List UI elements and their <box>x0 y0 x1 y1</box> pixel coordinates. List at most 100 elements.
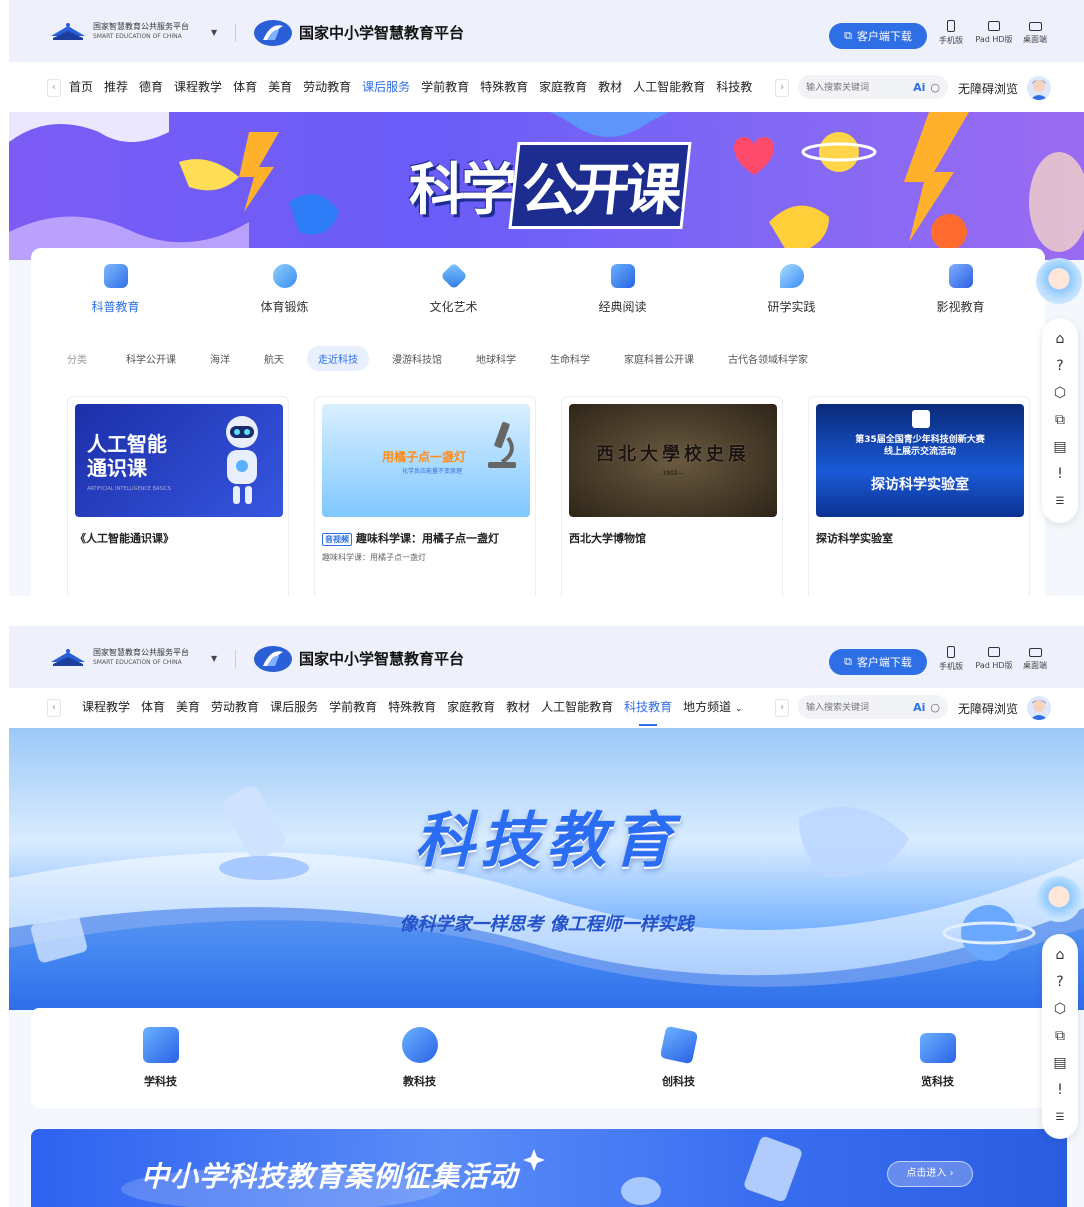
nav-item-tech[interactable]: 科技教 <box>716 78 752 95</box>
nav-item-special[interactable]: 特殊教育 <box>388 698 436 715</box>
site-logo[interactable]: 国家中小学智慧教育平台 <box>253 644 464 672</box>
subcategory-item[interactable]: 古代各领域科学家 <box>717 346 819 371</box>
nav-item-afterschool[interactable]: 课后服务 <box>362 78 410 95</box>
download-client-button[interactable]: ⧉ 客户端下载 <box>829 23 927 49</box>
nav-item-home[interactable]: 首页 <box>69 78 93 95</box>
assistant-mascot[interactable] <box>1036 258 1082 304</box>
category-film-education[interactable]: 影视教育 <box>901 264 1021 315</box>
home-icon[interactable]: ⌂ <box>1042 326 1078 353</box>
nav-item-textbooks[interactable]: 教材 <box>506 698 530 715</box>
banner-title: 科学公开课 <box>409 142 692 229</box>
notes-icon[interactable]: ▤ <box>1042 1050 1078 1077</box>
menu-icon[interactable]: ☰ <box>1042 1104 1078 1131</box>
nav-item-local-channel[interactable]: 地方频道 ⌄ <box>683 698 742 715</box>
nav-item-labor[interactable]: 劳动教育 <box>303 78 351 95</box>
pad-version-link[interactable]: Pad HD版 <box>974 646 1014 671</box>
tile-view-tech[interactable]: 览科技 <box>919 1027 956 1089</box>
search-input[interactable] <box>806 702 898 712</box>
nav-item-courses[interactable]: 课程教学 <box>82 698 130 715</box>
category-culture-art[interactable]: 文化艺术 <box>394 262 514 315</box>
pad-version-link[interactable]: Pad HD版 <box>974 20 1014 45</box>
course-card[interactable]: 西北大學校史展 1902— 西北大学博物馆 <box>561 396 783 596</box>
subcategory-item[interactable]: 航天 <box>253 346 295 371</box>
course-card[interactable]: 第35届全国青少年科技创新大赛 线上展示交流活动 探访科学实验室 探访科学实验室 <box>808 396 1030 596</box>
feedback-icon[interactable]: ! <box>1042 1077 1078 1104</box>
nav-item-pe[interactable]: 体育 <box>233 78 257 95</box>
desktop-version-link[interactable]: 桌面端 <box>1015 646 1055 671</box>
nav-item-tech-education[interactable]: 科技教育 <box>624 698 672 726</box>
assistant-mascot[interactable] <box>1036 876 1082 922</box>
subcategory-item[interactable]: 地球科学 <box>465 346 527 371</box>
accessibility-link[interactable]: 无障碍浏览 <box>958 80 1018 97</box>
cube-icon[interactable]: ⬡ <box>1042 996 1078 1023</box>
avatar[interactable] <box>1027 76 1051 100</box>
nav-item-labor[interactable]: 劳动教育 <box>211 698 259 715</box>
category-science-popularization[interactable]: 科普教育 <box>56 264 176 315</box>
avatar[interactable] <box>1027 696 1051 720</box>
nav-prev-arrow[interactable]: ‹ <box>47 699 61 717</box>
home-icon[interactable]: ⌂ <box>1042 942 1078 969</box>
search-icon[interactable]: ○ <box>930 81 940 94</box>
nav-next-arrow[interactable]: › <box>775 699 789 717</box>
site-logo[interactable]: 国家中小学智慧教育平台 <box>253 18 464 46</box>
subcategory-item[interactable]: 科学公开课 <box>115 346 187 371</box>
tile-teach-tech[interactable]: 教科技 <box>401 1027 438 1089</box>
nav-item-ai[interactable]: 人工智能教育 <box>541 698 613 715</box>
platform-logo-icon <box>51 649 85 666</box>
case-collection-promo-banner[interactable]: 中小学科技教育案例征集活动 点击进入 › <box>31 1129 1067 1207</box>
cube-icon[interactable]: ⬡ <box>1042 380 1078 407</box>
nav-item-courses[interactable]: 课程教学 <box>174 78 222 95</box>
accessibility-link[interactable]: 无障碍浏览 <box>958 700 1018 717</box>
copy-icon[interactable]: ⧉ <box>1042 1023 1078 1050</box>
feedback-icon[interactable]: ! <box>1042 461 1078 488</box>
notes-icon[interactable]: ▤ <box>1042 434 1078 461</box>
chevron-down-icon[interactable]: ▼ <box>211 28 217 37</box>
nav-item-textbooks[interactable]: 教材 <box>598 78 622 95</box>
subcategory-item[interactable]: 漫游科技馆 <box>381 346 453 371</box>
download-client-button[interactable]: ⧉ 客户端下载 <box>829 649 927 675</box>
card-thumbnail: 西北大學校史展 1902— <box>569 404 777 517</box>
subcategory-item[interactable]: 家庭科普公开课 <box>613 346 705 371</box>
desktop-version-link[interactable]: 桌面端 <box>1015 20 1055 45</box>
course-card[interactable]: 用橘子点一盏灯 化学反应能量不变原理 音视频 趣味科学课：用橘子点一盏灯 趣味科学… <box>314 396 536 596</box>
search-icon[interactable]: ○ <box>930 701 940 714</box>
category-study-practice[interactable]: 研学实践 <box>732 264 852 315</box>
category-classic-reading[interactable]: 经典阅读 <box>563 264 683 315</box>
nav-item-pe[interactable]: 体育 <box>141 698 165 715</box>
subcategory-item-active[interactable]: 走近科技 <box>307 346 369 371</box>
ai-search-button[interactable]: Ai <box>913 81 925 94</box>
nav-item-recommend[interactable]: 推荐 <box>104 78 128 95</box>
ai-search-button[interactable]: Ai <box>913 701 925 714</box>
help-icon[interactable]: ? <box>1042 969 1078 996</box>
category-sports[interactable]: 体育锻炼 <box>225 264 345 315</box>
nav-next-arrow[interactable]: › <box>775 79 789 97</box>
platform-logo[interactable]: 国家智慧教育公共服务平台 SMART EDUCATION OF CHINA <box>49 22 189 42</box>
search-input[interactable] <box>806 82 898 92</box>
course-card[interactable]: 人工智能 通识课 ARTIFICIAL INTELLIGENCE BASICS … <box>67 396 289 596</box>
mobile-version-link[interactable]: 手机版 <box>931 646 971 672</box>
nav-item-moral[interactable]: 德育 <box>139 78 163 95</box>
platform-logo[interactable]: 国家智慧教育公共服务平台 SMART EDUCATION OF CHINA <box>49 648 189 668</box>
subcategory-item[interactable]: 生命科学 <box>539 346 601 371</box>
nav-item-family[interactable]: 家庭教育 <box>447 698 495 715</box>
tile-create-tech[interactable]: 创科技 <box>659 1025 698 1089</box>
mobile-version-link[interactable]: 手机版 <box>931 20 971 46</box>
tile-learn-tech[interactable]: 学科技 <box>142 1027 179 1089</box>
nav-item-preschool[interactable]: 学前教育 <box>329 698 377 715</box>
help-icon[interactable]: ? <box>1042 353 1078 380</box>
chevron-down-icon[interactable]: ▼ <box>211 654 217 663</box>
nav-item-arts[interactable]: 美育 <box>268 78 292 95</box>
nav-item-arts[interactable]: 美育 <box>176 698 200 715</box>
nav-item-ai[interactable]: 人工智能教育 <box>633 78 705 95</box>
pad-version-label: Pad HD版 <box>975 35 1013 44</box>
nav-item-preschool[interactable]: 学前教育 <box>421 78 469 95</box>
copy-icon[interactable]: ⧉ <box>1042 407 1078 434</box>
nav-item-special[interactable]: 特殊教育 <box>480 78 528 95</box>
nav-item-family[interactable]: 家庭教育 <box>539 78 587 95</box>
enter-button[interactable]: 点击进入 › <box>887 1161 973 1187</box>
nav-item-afterschool[interactable]: 课后服务 <box>270 698 318 715</box>
subcategory-item[interactable]: 海洋 <box>199 346 241 371</box>
menu-icon[interactable]: ☰ <box>1042 488 1078 515</box>
tile-label: 学科技 <box>144 1075 177 1088</box>
nav-prev-arrow[interactable]: ‹ <box>47 79 61 97</box>
